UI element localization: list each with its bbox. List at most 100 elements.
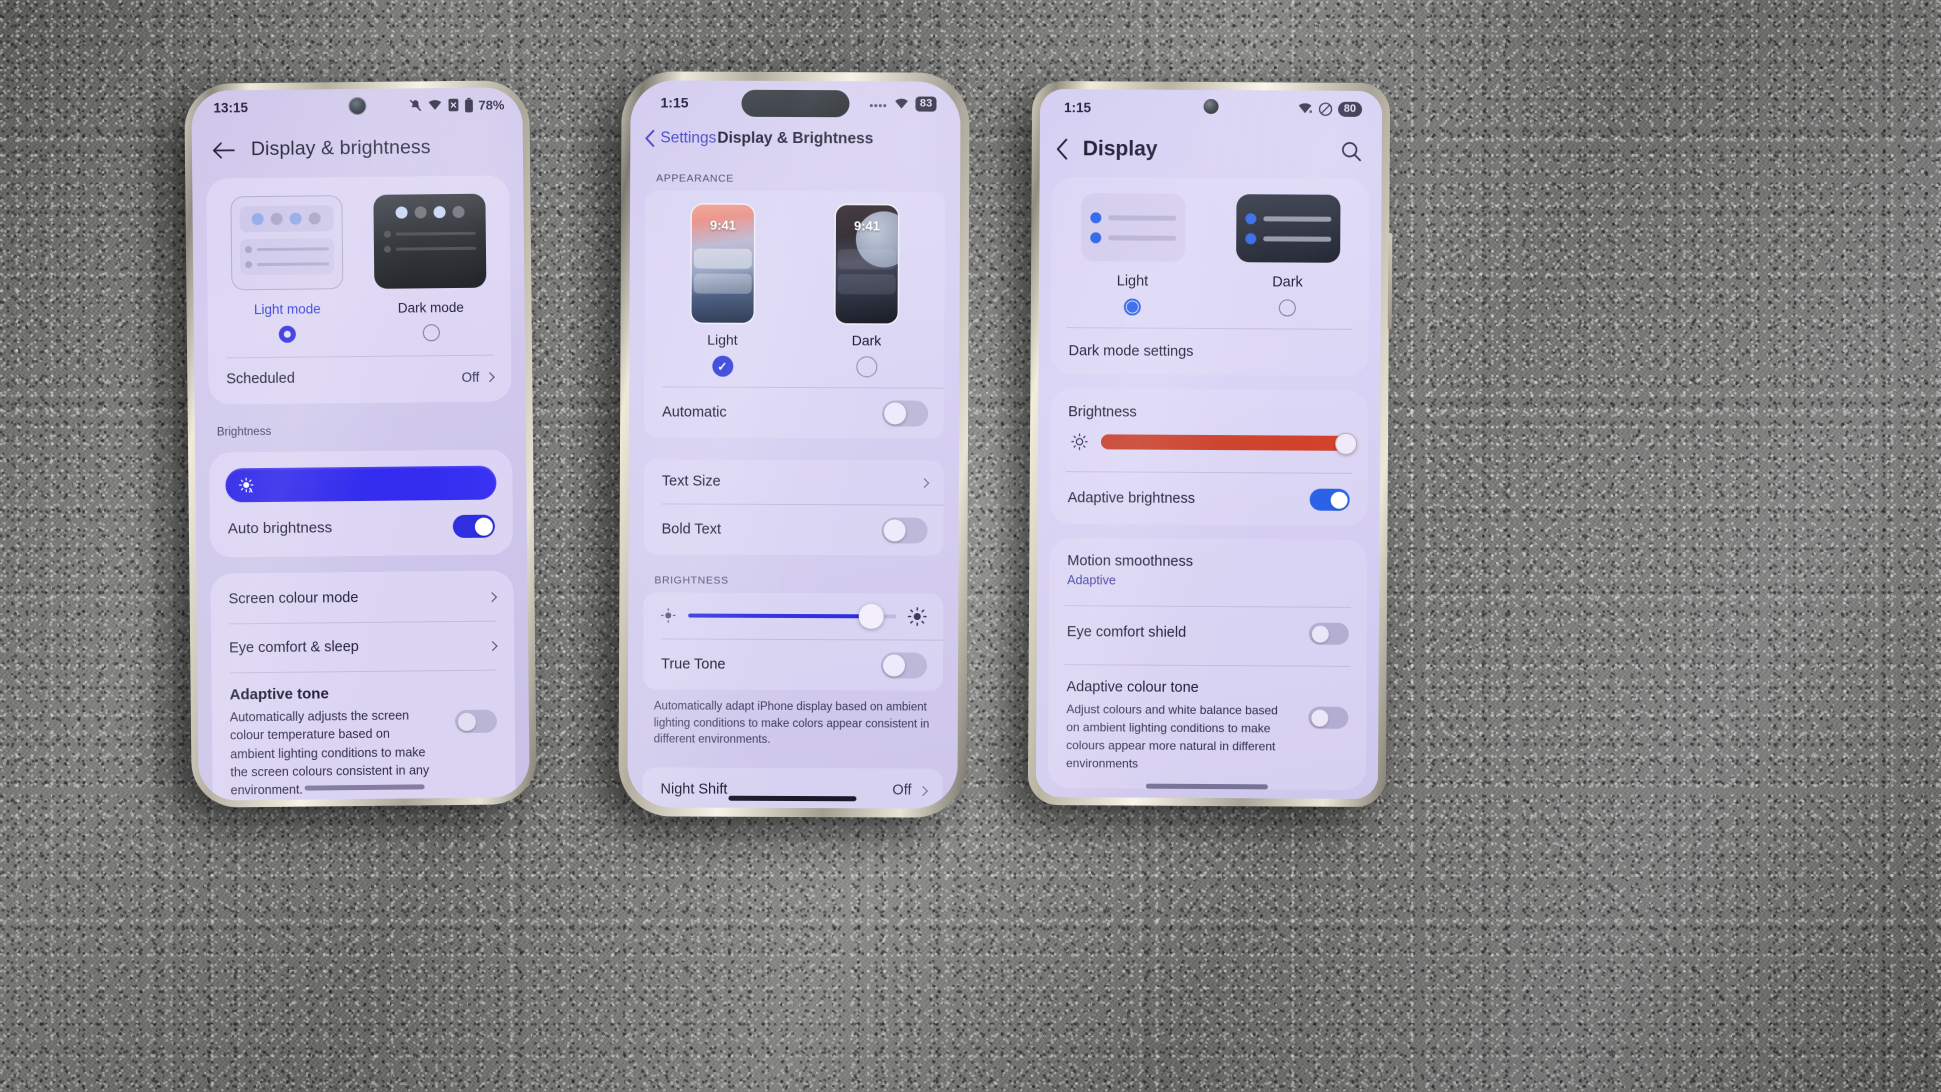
- front-camera-punch-hole: [1203, 98, 1219, 115]
- chevron-right-icon: [484, 371, 495, 382]
- p3-eye-comfort-shield-label: Eye comfort shield: [1066, 624, 1187, 641]
- p1-auto-brightness-row[interactable]: Auto brightness: [210, 505, 513, 555]
- p1-light-mode-option[interactable]: Light mode: [214, 195, 359, 343]
- p1-auto-brightness-label: Auto brightness: [227, 519, 333, 538]
- p2-back-label: Settings: [660, 129, 717, 147]
- p2-dark-radio[interactable]: [855, 356, 877, 378]
- p3-eye-comfort-shield-toggle[interactable]: [1308, 622, 1349, 645]
- p3-brightness-track[interactable]: [1100, 432, 1358, 455]
- p2-back-button[interactable]: Settings: [644, 129, 716, 147]
- p3-status-bar: 1:15 80: [1040, 89, 1382, 127]
- p2-light-preview-time: 9:41: [709, 217, 737, 233]
- p2-status-bar: 1:15 83: [630, 80, 960, 121]
- p1-brightness-slider[interactable]: A: [225, 465, 497, 503]
- p2-brightness-fill: [688, 613, 872, 619]
- p1-scheduled-row[interactable]: Scheduled Off: [208, 355, 511, 402]
- p3-adaptive-colour-tone-row[interactable]: Adaptive colour tone Adjust colours and …: [1048, 665, 1367, 790]
- svg-text:A: A: [249, 488, 253, 494]
- p2-brightness-track[interactable]: [688, 603, 897, 629]
- p3-light-label: Light: [1116, 273, 1149, 290]
- p1-adaptive-tone-toggle[interactable]: [454, 709, 498, 734]
- p2-dark-label: Dark: [851, 332, 882, 349]
- p1-battery-percent: 78%: [478, 96, 505, 113]
- p2-dark-option[interactable]: 9:41 Dark: [794, 205, 939, 378]
- phone-left-android: 13:15 78% Display & brightness Light mod…: [184, 80, 537, 808]
- p3-battery-indicator: 80: [1337, 101, 1363, 117]
- p2-bold-text-toggle[interactable]: [881, 517, 928, 544]
- p1-auto-brightness-toggle[interactable]: [452, 514, 495, 539]
- p3-motion-smoothness-row[interactable]: Motion smoothness Adaptive: [1049, 538, 1367, 601]
- p1-dark-mode-option[interactable]: Dark mode: [358, 193, 503, 342]
- sim-card-off-icon: [447, 98, 459, 112]
- p3-adaptive-colour-tone-title: Adaptive colour tone: [1066, 679, 1199, 696]
- brightness-auto-icon: A: [238, 477, 255, 494]
- p1-header: Display & brightness: [192, 121, 523, 171]
- p1-dark-mode-radio[interactable]: [422, 324, 440, 342]
- p1-adaptive-tone-row[interactable]: Adaptive tone Automatically adjusts the …: [211, 670, 515, 800]
- p3-adaptive-brightness-toggle[interactable]: [1309, 488, 1350, 511]
- p2-night-shift-value: Off: [892, 782, 912, 799]
- p3-adaptive-brightness-row[interactable]: Adaptive brightness: [1050, 472, 1368, 526]
- p2-automatic-label: Automatic: [662, 404, 727, 421]
- search-icon[interactable]: [1341, 140, 1362, 161]
- p3-dark-mode-settings-row[interactable]: Dark mode settings: [1050, 328, 1368, 376]
- p3-light-radio[interactable]: [1123, 298, 1141, 316]
- dark-mode-preview-icon: [1235, 194, 1341, 263]
- p3-brightness-knob[interactable]: [1334, 432, 1358, 455]
- p3-dark-mode-settings-label: Dark mode settings: [1068, 343, 1194, 360]
- p1-screen-colour-mode-row[interactable]: Screen colour mode: [210, 572, 513, 623]
- p2-automatic-toggle[interactable]: [882, 400, 929, 427]
- p2-home-indicator: [728, 795, 857, 802]
- p2-light-checkmark-icon[interactable]: ✓: [711, 355, 733, 377]
- light-mode-preview-icon: [230, 195, 344, 291]
- p1-eye-comfort-row[interactable]: Eye comfort & sleep: [211, 621, 514, 672]
- p2-brightness-slider-row[interactable]: [643, 592, 943, 639]
- phone-middle-screen: 1:15 83 Settings Display & Brightness AP…: [627, 80, 961, 809]
- chevron-left-icon: [644, 129, 655, 147]
- dark-appearance-preview-icon: 9:41: [835, 205, 899, 324]
- p2-brightness-header: BRIGHTNESS: [654, 574, 729, 587]
- p2-bold-text-label: Bold Text: [661, 521, 722, 538]
- p2-brightness-knob[interactable]: [858, 603, 884, 629]
- p2-clock: 1:15: [660, 94, 689, 111]
- p2-text-size-row[interactable]: Text Size: [644, 459, 944, 504]
- battery-icon: [464, 97, 473, 112]
- p1-dark-mode-label: Dark mode: [397, 299, 464, 316]
- p3-eye-comfort-shield-row[interactable]: Eye comfort shield: [1049, 606, 1367, 660]
- phone-right-samsung: 1:15 80 Display Light Dark Dark mode set…: [1027, 80, 1393, 808]
- p2-nav-bar: Settings Display & Brightness: [630, 120, 960, 155]
- p3-brightness-slider-row[interactable]: [1050, 424, 1368, 467]
- mute-icon: [408, 98, 422, 112]
- phone-left-screen: 13:15 78% Display & brightness Light mod…: [191, 87, 530, 801]
- arrow-left-icon[interactable]: [212, 141, 235, 159]
- wifi-icon: [1297, 102, 1313, 116]
- p1-clock: 13:15: [213, 99, 249, 116]
- dark-mode-preview-icon: [373, 193, 487, 289]
- p1-light-mode-radio[interactable]: [279, 325, 297, 343]
- p2-night-shift-row[interactable]: Night Shift Off: [642, 767, 942, 808]
- p2-true-tone-toggle[interactable]: [880, 652, 928, 679]
- p3-side-button[interactable]: [1387, 233, 1393, 330]
- p2-true-tone-row[interactable]: True Tone: [643, 639, 943, 690]
- p2-night-shift-card: Night Shift Off: [642, 767, 943, 809]
- p3-clock: 1:15: [1064, 99, 1092, 115]
- p2-appearance-card: 9:41 Light ✓ 9:41 Dark Automatic: [644, 190, 946, 439]
- chevron-left-icon[interactable]: [1056, 138, 1069, 160]
- p1-status-bar: 13:15 78%: [191, 87, 522, 124]
- p3-brightness-card: Brightness Adaptive brightness: [1049, 388, 1369, 526]
- p2-light-option[interactable]: 9:41 Light ✓: [650, 204, 795, 377]
- p2-bold-text-row[interactable]: Bold Text: [644, 504, 944, 555]
- light-appearance-preview-icon: 9:41: [691, 204, 755, 323]
- p1-screen-colour-mode-label: Screen colour mode: [228, 590, 359, 608]
- p2-battery-indicator: 83: [915, 96, 937, 112]
- p2-automatic-row[interactable]: Automatic: [644, 387, 944, 438]
- p3-dark-radio[interactable]: [1278, 299, 1296, 317]
- do-not-disturb-icon: [1318, 101, 1333, 116]
- p3-dark-option[interactable]: Dark: [1210, 194, 1366, 317]
- p2-night-shift-label: Night Shift: [660, 781, 728, 798]
- p3-adaptive-colour-tone-description: Adjust colours and white balance based o…: [1066, 702, 1278, 771]
- p3-adaptive-colour-tone-toggle[interactable]: [1308, 706, 1349, 729]
- p3-light-option[interactable]: Light: [1055, 193, 1211, 316]
- p3-brightness-fill: [1100, 434, 1349, 451]
- p3-page-title: Display: [1082, 137, 1158, 161]
